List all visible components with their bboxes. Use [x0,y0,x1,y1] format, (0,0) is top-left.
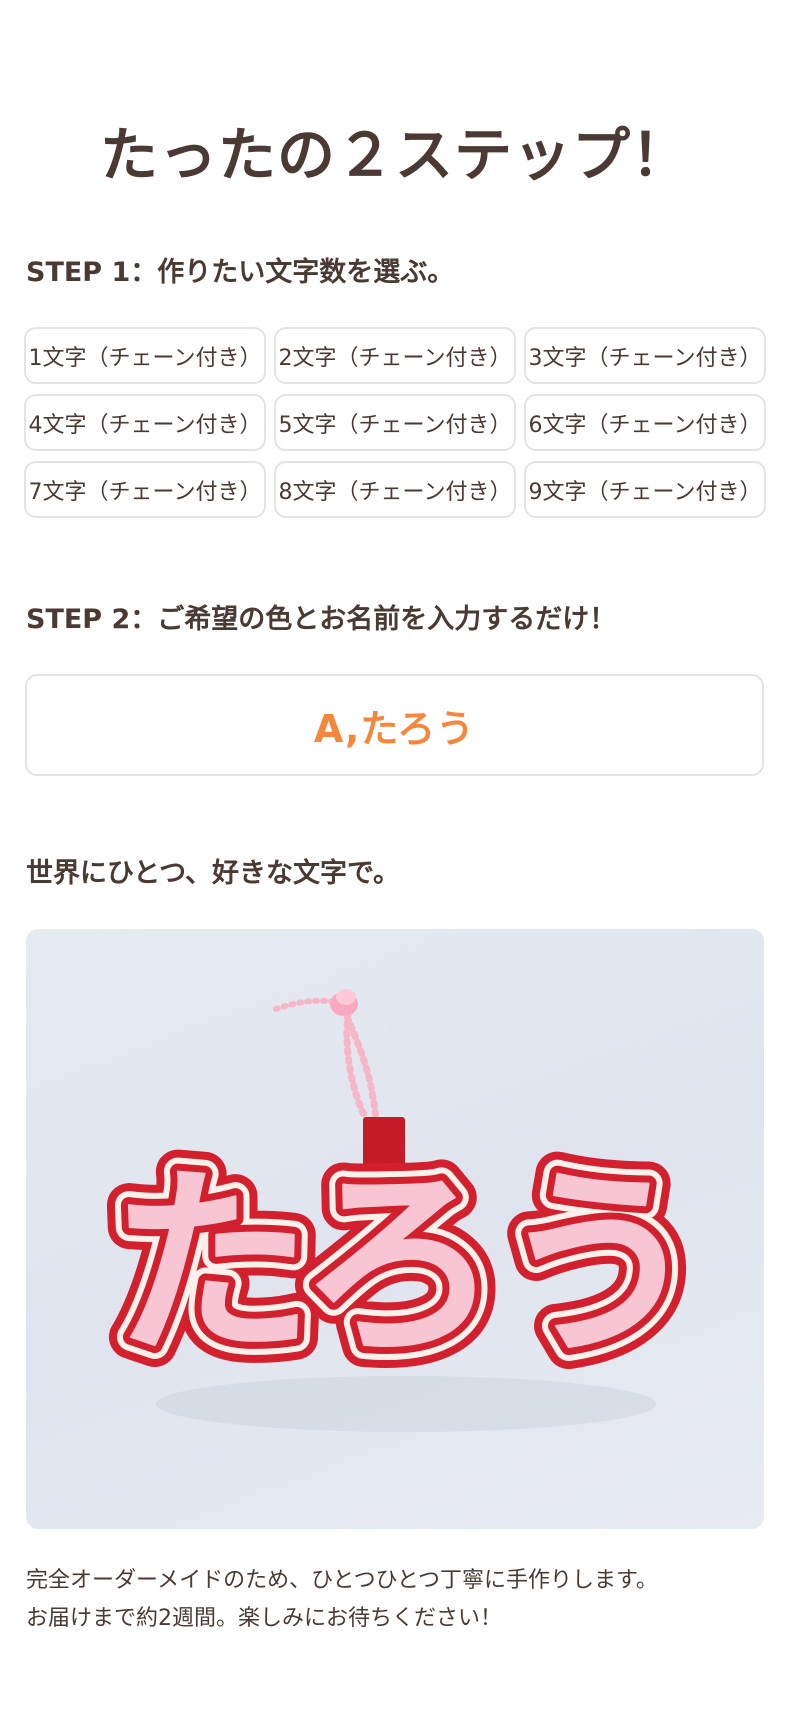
name-input-value: A,たろう [313,706,476,751]
svg-text:たろう: たろう [112,1149,700,1382]
shadow-shape [156,1376,656,1432]
option-1-char-button[interactable]: 1文字（チェーン付き） [24,327,266,384]
step1-heading: STEP 1：作りたい文字数を選ぶ。 [26,257,455,288]
chain-icon [273,989,380,1123]
felt-nameplate-illustration: たろう たろう たろう たろう [90,989,722,1432]
tagline: 世界にひとつ、好きな文字で。 [26,858,400,889]
product-photo: たろう たろう たろう たろう [26,929,764,1529]
description: 完全オーダーメイドのため、ひとつひとつ丁寧に手作りします。 お届けまで約2週間。… [26,1562,766,1638]
option-2-char-button[interactable]: 2文字（チェーン付き） [274,327,516,384]
name-input-field[interactable]: A,たろう [25,674,764,776]
step2-heading: STEP 2：ご希望の色とお名前を入力するだけ！ [26,604,617,635]
description-line-1: 完全オーダーメイドのため、ひとつひとつ丁寧に手作りします。 [26,1568,658,1593]
option-5-char-button[interactable]: 5文字（チェーン付き） [274,394,516,451]
option-4-char-button[interactable]: 4文字（チェーン付き） [24,394,266,451]
felt-lettering: たろう たろう たろう たろう [90,1127,722,1404]
option-7-char-button[interactable]: 7文字（チェーン付き） [24,461,266,518]
page-title: たったの２ステップ！ [99,121,690,189]
option-6-char-button[interactable]: 6文字（チェーン付き） [524,394,766,451]
character-count-options: 1文字（チェーン付き） 2文字（チェーン付き） 3文字（チェーン付き） 4文字（… [24,327,766,518]
option-9-char-button[interactable]: 9文字（チェーン付き） [524,461,766,518]
page: たったの２ステップ！ STEP 1：作りたい文字数を選ぶ。 1文字（チェーン付き… [0,0,790,1715]
option-8-char-button[interactable]: 8文字（チェーン付き） [274,461,516,518]
option-3-char-button[interactable]: 3文字（チェーン付き） [524,327,766,384]
description-line-2: お届けまで約2週間。楽しみにお待ちください！ [26,1606,502,1631]
